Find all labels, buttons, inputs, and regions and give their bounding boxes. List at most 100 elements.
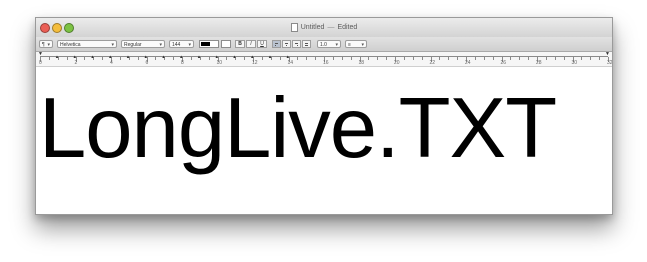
ruler[interactable]: ▼ ▼ 0 2 4 6 8 10 12 14 16 18 20 22 24 26 28 30 32 ▴ ▴ ▴ ▴ ▴ ▴ ▴…	[36, 52, 612, 67]
line-spacing-value: 1.0	[320, 42, 327, 48]
chevron-down-icon: ▾	[111, 42, 114, 48]
ruler-tick	[261, 57, 263, 60]
title-bar[interactable]: Untitled — Edited	[36, 18, 612, 38]
ruler-tick	[474, 57, 476, 60]
tab-stop-marker[interactable]: ▴	[180, 55, 183, 60]
font-style-select[interactable]: Regular ▾	[121, 40, 165, 48]
list-style-select[interactable]: ≡ ▾	[345, 40, 367, 48]
format-bar: ¶ ▾ Helvetica ▾ Regular ▾ 144 ▾ B I U 1.…	[36, 37, 612, 52]
align-justify-button[interactable]	[302, 40, 311, 48]
align-left-button[interactable]	[272, 40, 281, 48]
font-size-value: 144	[172, 42, 181, 48]
ruler-number: 8	[181, 60, 184, 66]
ruler-tick	[421, 57, 423, 60]
window-title: Untitled — Edited	[36, 18, 612, 37]
paragraph-styles-menu[interactable]: ¶ ▾	[39, 40, 53, 48]
list-style-icon: ≡	[348, 42, 351, 48]
document-area[interactable]: LongLive.TXT	[36, 67, 612, 214]
chevron-down-icon: ▾	[361, 42, 364, 48]
ruler-tick	[279, 57, 281, 60]
ruler-tick	[332, 57, 334, 60]
ruler-tick	[563, 57, 565, 60]
ruler-tick	[439, 57, 441, 60]
tab-stop-marker[interactable]: ▴	[287, 55, 290, 60]
tab-stop-marker[interactable]: ▴	[198, 55, 201, 60]
paragraph-styles-label: ¶	[42, 42, 45, 48]
align-right-button[interactable]	[292, 40, 301, 48]
font-family-value: Helvetica	[60, 42, 81, 48]
chevron-down-icon: ▾	[47, 42, 50, 48]
ruler-tick	[66, 57, 68, 60]
ruler-number: 2	[74, 60, 78, 66]
ruler-number: 12	[252, 60, 258, 66]
align-center-button[interactable]	[282, 40, 291, 48]
ruler-tick	[137, 57, 139, 60]
ruler-tick	[492, 57, 494, 60]
chevron-down-icon: ▾	[159, 42, 162, 48]
text-color-well[interactable]	[199, 40, 219, 48]
font-style-value: Regular	[124, 42, 142, 48]
line-spacing-select[interactable]: 1.0 ▾	[317, 40, 341, 48]
ruler-tick	[599, 57, 601, 60]
font-size-select[interactable]: 144 ▾	[169, 40, 194, 48]
document-icon[interactable]	[290, 23, 298, 32]
ruler-tick	[341, 57, 343, 60]
font-family-select[interactable]: Helvetica ▾	[57, 40, 117, 48]
tab-stop-marker[interactable]: ▴	[251, 55, 254, 60]
ruler-tick	[155, 57, 157, 60]
ruler-number: 18	[358, 60, 365, 66]
ruler-tick	[545, 57, 547, 60]
title-separator: —	[327, 24, 335, 31]
ruler-tick	[208, 57, 210, 60]
tab-stop-marker[interactable]: ▴	[162, 55, 165, 60]
tab-stop-marker[interactable]: ▴	[216, 55, 219, 60]
tab-stop-marker[interactable]: ▴	[74, 55, 77, 60]
italic-button[interactable]: I	[246, 40, 256, 48]
highlight-color-well[interactable]	[221, 40, 231, 48]
ruler-tick	[84, 57, 86, 60]
textedit-window: Untitled — Edited ¶ ▾ Helvetica ▾ Regula…	[35, 17, 613, 215]
ruler-tick	[554, 57, 556, 60]
chevron-down-icon: ▾	[335, 42, 338, 48]
ruler-tick	[244, 57, 246, 60]
ruler-tick	[173, 57, 175, 60]
ruler-tick	[226, 57, 228, 60]
ruler-tick	[297, 57, 299, 60]
ruler-tick	[519, 57, 521, 60]
tab-stop-marker[interactable]: ▴	[233, 55, 236, 60]
chevron-down-icon: ▾	[188, 42, 191, 48]
text-color-swatch	[201, 42, 210, 46]
ruler-tick	[386, 57, 388, 60]
ruler-tick	[306, 57, 308, 60]
tab-stop-marker[interactable]: ▴	[145, 55, 148, 60]
underline-button[interactable]: U	[257, 40, 267, 48]
ruler-number: 0	[39, 60, 42, 66]
tab-stop-marker[interactable]: ▴	[109, 55, 112, 60]
ruler-tick	[315, 57, 317, 60]
ruler-tick	[102, 57, 104, 60]
document-text[interactable]: LongLive.TXT	[39, 84, 557, 174]
ruler-tick	[368, 57, 370, 60]
ruler-number: 20	[394, 60, 400, 66]
ruler-tick	[590, 57, 592, 60]
ruler-tick	[457, 57, 459, 60]
ruler-number: 4	[110, 60, 113, 66]
tab-stop-marker[interactable]: ▴	[127, 55, 130, 60]
ruler-number: 10	[216, 60, 223, 66]
ruler-number: 6	[145, 60, 149, 66]
ruler-tick	[412, 57, 414, 60]
tab-stop-marker[interactable]: ▴	[91, 55, 94, 60]
ruler-tick	[350, 57, 352, 60]
ruler-number: 26	[500, 60, 507, 66]
window-title-text: Untitled	[300, 24, 325, 31]
ruler-number: 30	[571, 60, 578, 66]
bold-button[interactable]: B	[235, 40, 245, 48]
tab-stop-marker[interactable]: ▴	[269, 55, 272, 60]
ruler-tick	[581, 57, 583, 60]
ruler-number: 32	[607, 60, 613, 66]
ruler-tick	[190, 57, 192, 60]
tab-stop-marker[interactable]: ▴	[56, 55, 59, 60]
ruler-tick	[377, 57, 379, 60]
ruler-number: 16	[323, 60, 329, 66]
window-title-status: Edited	[337, 24, 358, 31]
